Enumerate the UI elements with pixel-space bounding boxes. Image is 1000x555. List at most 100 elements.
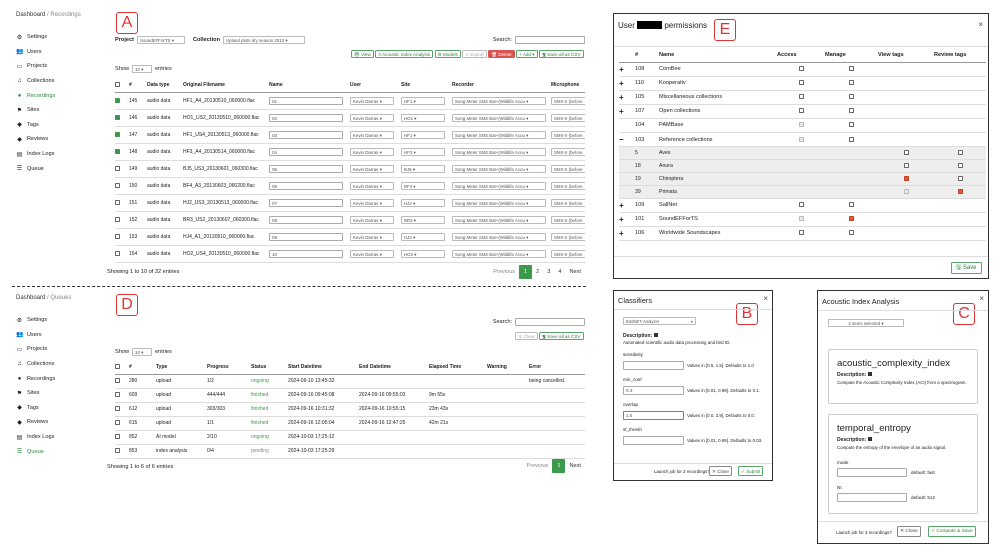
site-select[interactable]: BF4 ▾: [401, 181, 445, 190]
name-input[interactable]: 04: [269, 147, 343, 156]
column-header[interactable]: Name: [269, 79, 350, 93]
site-select[interactable]: HF3 ▾: [401, 147, 445, 156]
column-header[interactable]: Warning: [487, 361, 529, 375]
column-header[interactable]: #: [129, 79, 147, 93]
microphone-select[interactable]: SMX-II (before: [551, 198, 585, 207]
param-input-overlap[interactable]: 1.5: [623, 411, 684, 420]
sidebar-item-reviews[interactable]: ◆ Reviews: [16, 415, 55, 430]
row-checkbox[interactable]: [115, 114, 120, 120]
microphone-select[interactable]: SMX-II (before: [551, 130, 585, 139]
sidebar-item-queue[interactable]: ☰ Queue: [16, 444, 55, 459]
row-checkbox[interactable]: [115, 448, 120, 454]
row-checkbox[interactable]: [115, 378, 120, 384]
param-input-Nt[interactable]: [837, 493, 907, 502]
review-checkbox[interactable]: [957, 175, 963, 181]
manage-checkbox[interactable]: [849, 230, 854, 236]
row-checkbox[interactable]: [115, 216, 120, 222]
view-checkbox[interactable]: [903, 163, 909, 169]
classifier-select[interactable]: BirdNET-Analyzer ▾: [623, 317, 696, 325]
user-select[interactable]: Kevin Darras ▾: [350, 232, 394, 241]
row-checkbox[interactable]: [115, 420, 120, 426]
clear-button[interactable]: ⊘ Clear: [515, 332, 538, 340]
entries-select[interactable]: 10 ▾: [132, 348, 152, 356]
page-link-next[interactable]: Next: [565, 463, 585, 469]
table-row[interactable]: 149 audio data BJ5_US3_20130601_060300.fla…: [115, 160, 585, 178]
table-row[interactable]: 145 audio data HF1_A4_20130510_060000.flac…: [115, 92, 585, 110]
column-header[interactable]: Status: [251, 361, 288, 375]
review-checkbox[interactable]: [957, 188, 963, 194]
site-select[interactable]: BJ5 ▾: [401, 164, 445, 173]
close-icon[interactable]: ×: [979, 294, 984, 303]
user-select[interactable]: Kevin Darras ▾: [350, 215, 394, 224]
sidebar-item-settings[interactable]: ⚙ Settings: [16, 313, 55, 328]
microphone-select[interactable]: SMX-II (before: [551, 96, 585, 105]
site-select[interactable]: HF1 ▾: [401, 130, 445, 139]
breadcrumb-home[interactable]: Dashboard: [16, 295, 45, 301]
site-select[interactable]: HJ4 ▾: [401, 232, 445, 241]
manage-checkbox[interactable]: [849, 94, 854, 100]
user-select[interactable]: Kevin Darras ▾: [350, 113, 394, 122]
page-link-previous[interactable]: Previous: [523, 463, 553, 469]
recorder-select[interactable]: Song Meter SM2 Bat+(Wildlife Acou ▾: [452, 96, 546, 105]
column-header[interactable]: Progress: [207, 361, 251, 375]
sidebar-item-recordings[interactable]: ● Recordings: [16, 371, 56, 386]
access-checkbox[interactable]: [798, 202, 804, 208]
recorder-select[interactable]: Song Meter SM2 Bat+(Wildlife Acou ▾: [452, 215, 546, 224]
column-header[interactable]: Start Datetime: [288, 361, 359, 375]
add-button[interactable]: + Add ▾: [516, 50, 538, 58]
row-checkbox[interactable]: [115, 406, 120, 412]
site-select[interactable]: HO2 ▾: [401, 249, 445, 258]
site-select[interactable]: HF1 ▾: [401, 96, 445, 105]
sidebar-item-tags[interactable]: ◆ Tags: [16, 118, 55, 133]
access-checkbox[interactable]: [798, 230, 804, 236]
param-input-mode[interactable]: [837, 468, 907, 477]
search-input[interactable]: [515, 318, 585, 326]
name-input[interactable]: 09: [269, 232, 343, 241]
save-csv-button[interactable]: 🖫 Save all as CSV: [539, 332, 584, 340]
name-input[interactable]: 01: [269, 96, 343, 105]
close-button[interactable]: ✕ Close: [709, 466, 732, 476]
manage-checkbox[interactable]: [849, 202, 854, 208]
delete-button[interactable]: 🗑 Delete: [488, 50, 515, 58]
acoustic-index-button[interactable]: ≡ Acoustic Index Analysis: [375, 50, 434, 58]
page-link-4[interactable]: 4: [554, 269, 565, 275]
entries-select[interactable]: 10 ▾: [132, 65, 152, 73]
param-input-sensitivity[interactable]: [623, 361, 684, 370]
name-input[interactable]: 08: [269, 215, 343, 224]
table-row[interactable]: 150 audio data BF4_A3_20130603_060200.flac…: [115, 177, 585, 195]
table-row[interactable]: 852 AI model 2/10 ongoing 2024-10-03 17:25:1…: [115, 430, 585, 445]
column-header[interactable]: #: [129, 361, 156, 375]
expand-toggle[interactable]: +: [619, 104, 635, 119]
user-select[interactable]: Kevin Darras ▾: [350, 198, 394, 207]
user-select[interactable]: Kevin Darras ▾: [350, 181, 394, 190]
expand-toggle[interactable]: +: [619, 226, 635, 241]
table-row[interactable]: 153 audio data HJ4_A1_20130510_060000.flac…: [115, 228, 585, 246]
page-link-previous[interactable]: Previous: [489, 269, 519, 275]
user-select[interactable]: Kevin Darras ▾: [350, 130, 394, 139]
user-select[interactable]: Kevin Darras ▾: [350, 147, 394, 156]
expand-toggle[interactable]: +: [619, 90, 635, 105]
recorder-select[interactable]: Song Meter SM2 Bat+(Wildlife Acou ▾: [452, 249, 546, 258]
sidebar-item-sites[interactable]: ⚑ Sites: [16, 103, 55, 118]
view-checkbox[interactable]: [903, 175, 909, 181]
site-select[interactable]: HO1 ▾: [401, 113, 445, 122]
manage-checkbox[interactable]: [849, 108, 854, 114]
microphone-select[interactable]: SMX-II (before: [551, 113, 585, 122]
column-header[interactable]: Original Filename: [183, 79, 269, 93]
compute-save-button[interactable]: ✓ Compute & Save: [928, 526, 976, 537]
column-header[interactable]: Type: [156, 361, 207, 375]
expand-toggle[interactable]: +: [619, 76, 635, 91]
save-csv-button[interactable]: 🖫 Save all as CSV: [539, 50, 584, 58]
name-input[interactable]: 10: [269, 249, 343, 258]
table-row[interactable]: 147 audio data HF1_US4_20130513_060000.fla…: [115, 126, 585, 144]
table-row[interactable]: 280 upload 1/2 ongoing 2024-06-10 13:45:32 be…: [115, 374, 585, 389]
models-button[interactable]: ⚙ Models: [434, 50, 461, 58]
breadcrumb-home[interactable]: Dashboard: [16, 12, 45, 18]
recorder-select[interactable]: Song Meter SM2 Bat+(Wildlife Acou ▾: [452, 232, 546, 241]
sidebar-item-users[interactable]: 👥 Users: [16, 45, 55, 60]
select-all-checkbox[interactable]: [115, 364, 120, 370]
access-checkbox[interactable]: [798, 108, 804, 114]
close-icon[interactable]: ×: [978, 20, 983, 29]
save-button[interactable]: 🖫 Save: [951, 262, 982, 274]
table-row[interactable]: 148 audio data HF3_A4_20130514_060000.flac…: [115, 143, 585, 161]
